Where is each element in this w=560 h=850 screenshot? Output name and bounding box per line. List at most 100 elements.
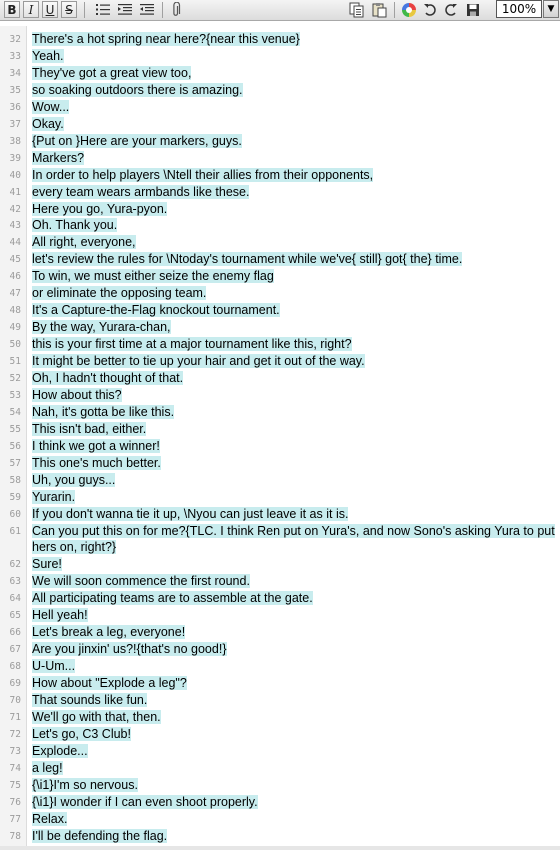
editor-line[interactable]: 37 Okay. xyxy=(0,116,560,133)
line-text[interactable]: This one's much better. xyxy=(32,455,556,472)
line-text[interactable]: U-Um... xyxy=(32,658,556,675)
line-text[interactable]: Explode... xyxy=(32,743,556,760)
editor-line[interactable]: 64 All participating teams are to assembl… xyxy=(0,590,560,607)
editor-line[interactable]: 53 How about this? xyxy=(0,387,560,404)
underline-button[interactable]: U xyxy=(42,1,58,18)
line-text[interactable]: It might be better to tie up your hair a… xyxy=(32,353,556,370)
line-text[interactable]: so soaking outdoors there is amazing. xyxy=(32,82,556,99)
attach-button[interactable] xyxy=(168,1,184,18)
strikeout-button[interactable]: S xyxy=(61,1,77,18)
editor-line[interactable]: 49 By the way, Yurara-chan, xyxy=(0,319,560,336)
save-button[interactable] xyxy=(464,1,482,18)
editor-line[interactable]: 46 To win, we must either seize the enemy… xyxy=(0,268,560,285)
line-text[interactable]: Are you jinxin' us?!{that's no good!} xyxy=(32,641,556,658)
line-text[interactable]: How about this? xyxy=(32,387,556,404)
editor-line[interactable]: 39 Markers? xyxy=(0,150,560,167)
line-text[interactable]: We will soon commence the first round. xyxy=(32,573,556,590)
copy-button[interactable] xyxy=(347,1,365,18)
editor-line[interactable]: 66 Let's break a leg, everyone! xyxy=(0,624,560,641)
paste-button[interactable] xyxy=(370,1,388,18)
editor-line[interactable]: 77 Relax. xyxy=(0,811,560,828)
editor-line[interactable]: 47 or eliminate the opposing team. xyxy=(0,285,560,302)
color-button[interactable] xyxy=(400,1,418,18)
editor-line[interactable]: 36 Wow... xyxy=(0,99,560,116)
subtitle-editor[interactable]: 32 There's a hot spring near here?{near t… xyxy=(0,26,560,846)
line-text[interactable]: every team wears armbands like these. xyxy=(32,184,556,201)
editor-line[interactable]: 71 We'll go with that, then. xyxy=(0,709,560,726)
editor-line[interactable]: 73 Explode... xyxy=(0,743,560,760)
line-text[interactable]: or eliminate the opposing team. xyxy=(32,285,556,302)
line-text[interactable]: a leg! xyxy=(32,760,556,777)
line-text[interactable]: All participating teams are to assemble … xyxy=(32,590,556,607)
editor-line[interactable]: 35 so soaking outdoors there is amazing. xyxy=(0,82,560,99)
line-text[interactable]: We'll go with that, then. xyxy=(32,709,556,726)
line-text[interactable]: Wow... xyxy=(32,99,556,116)
line-text[interactable]: I think we got a winner! xyxy=(32,438,556,455)
line-text[interactable]: Nah, it's gotta be like this. xyxy=(32,404,556,421)
editor-line[interactable]: 72 Let's go, C3 Club! xyxy=(0,726,560,743)
line-text[interactable]: Yeah. xyxy=(32,48,556,65)
undo-button[interactable] xyxy=(421,1,439,18)
editor-line[interactable]: 43 Oh. Thank you. xyxy=(0,217,560,234)
editor-line[interactable]: 32 There's a hot spring near here?{near t… xyxy=(0,31,560,48)
line-text[interactable]: Yurarin. xyxy=(32,489,556,506)
editor-line[interactable]: 48 It's a Capture-the-Flag knockout tourn… xyxy=(0,302,560,319)
editor-line[interactable]: 41 every team wears armbands like these. xyxy=(0,184,560,201)
line-text[interactable]: By the way, Yurara-chan, xyxy=(32,319,556,336)
editor-line[interactable]: 52 Oh, I hadn't thought of that. xyxy=(0,370,560,387)
editor-line[interactable]: 40 In order to help players \Ntell their … xyxy=(0,167,560,184)
list-button[interactable] xyxy=(94,1,112,18)
line-text[interactable]: To win, we must either seize the enemy f… xyxy=(32,268,556,285)
zoom-dropdown-button[interactable]: ▼ xyxy=(543,0,559,18)
editor-line[interactable]: 56 I think we got a winner! xyxy=(0,438,560,455)
editor-line[interactable]: 38 {Put on }Here are your markers, guys. xyxy=(0,133,560,150)
editor-line[interactable]: 33 Yeah. xyxy=(0,48,560,65)
indent-button[interactable] xyxy=(116,1,134,18)
line-text[interactable]: There's a hot spring near here?{near thi… xyxy=(32,31,556,48)
editor-line[interactable]: 55 This isn't bad, either. xyxy=(0,421,560,438)
line-text[interactable]: Here you go, Yura-pyon. xyxy=(32,201,556,218)
editor-line[interactable]: 76 {\i1}I wonder if I can even shoot prop… xyxy=(0,794,560,811)
editor-line[interactable]: 67 Are you jinxin' us?!{that's no good!} xyxy=(0,641,560,658)
line-text[interactable]: Relax. xyxy=(32,811,556,828)
editor-line[interactable]: 58 Uh, you guys... xyxy=(0,472,560,489)
editor-line[interactable]: 60 If you don't wanna tie it up, \Nyou ca… xyxy=(0,506,560,523)
editor-line[interactable]: 68 U-Um... xyxy=(0,658,560,675)
line-text[interactable]: It's a Capture-the-Flag knockout tournam… xyxy=(32,302,556,319)
editor-line[interactable]: 75 {\i1}I'm so nervous. xyxy=(0,777,560,794)
italic-button[interactable]: I xyxy=(23,1,39,18)
line-text[interactable]: I'll be defending the flag. xyxy=(32,828,556,845)
editor-line[interactable]: 70 That sounds like fun. xyxy=(0,692,560,709)
outdent-button[interactable] xyxy=(138,1,156,18)
line-text[interactable]: Let's go, C3 Club! xyxy=(32,726,556,743)
editor-line[interactable]: 42 Here you go, Yura-pyon. xyxy=(0,201,560,218)
editor-line[interactable]: 54 Nah, it's gotta be like this. xyxy=(0,404,560,421)
line-text[interactable]: Oh. Thank you. xyxy=(32,217,556,234)
line-text[interactable]: this is your first time at a major tourn… xyxy=(32,336,556,353)
editor-line[interactable]: 59 Yurarin. xyxy=(0,489,560,506)
line-text[interactable]: {\i1}I wonder if I can even shoot proper… xyxy=(32,794,556,811)
line-text[interactable]: {\i1}I'm so nervous. xyxy=(32,777,556,794)
line-text[interactable]: Oh, I hadn't thought of that. xyxy=(32,370,556,387)
line-text[interactable]: If you don't wanna tie it up, \Nyou can … xyxy=(32,506,556,523)
editor-line[interactable]: 65 Hell yeah! xyxy=(0,607,560,624)
line-text[interactable]: Markers? xyxy=(32,150,556,167)
line-text[interactable]: All right, everyone, xyxy=(32,234,556,251)
line-text[interactable]: That sounds like fun. xyxy=(32,692,556,709)
editor-line[interactable]: 34 They've got a great view too, xyxy=(0,65,560,82)
editor-line[interactable]: 63 We will soon commence the first round. xyxy=(0,573,560,590)
line-text[interactable]: This isn't bad, either. xyxy=(32,421,556,438)
line-text[interactable]: Okay. xyxy=(32,116,556,133)
editor-line[interactable]: 45 let's review the rules for \Ntoday's t… xyxy=(0,251,560,268)
line-text[interactable]: {Put on }Here are your markers, guys. xyxy=(32,133,556,150)
editor-line[interactable]: 50 this is your first time at a major tou… xyxy=(0,336,560,353)
editor-line[interactable]: 44 All right, everyone, xyxy=(0,234,560,251)
line-text[interactable]: They've got a great view too, xyxy=(32,65,556,82)
editor-line[interactable]: 74 a leg! xyxy=(0,760,560,777)
line-text[interactable]: In order to help players \Ntell their al… xyxy=(32,167,556,184)
line-text[interactable]: Uh, you guys... xyxy=(32,472,556,489)
bold-button[interactable]: B xyxy=(4,1,20,18)
editor-line[interactable]: 69 How about "Explode a leg"? xyxy=(0,675,560,692)
editor-line[interactable]: 61 Can you put this on for me?{TLC. I thi… xyxy=(0,523,560,557)
redo-button[interactable] xyxy=(442,1,460,18)
